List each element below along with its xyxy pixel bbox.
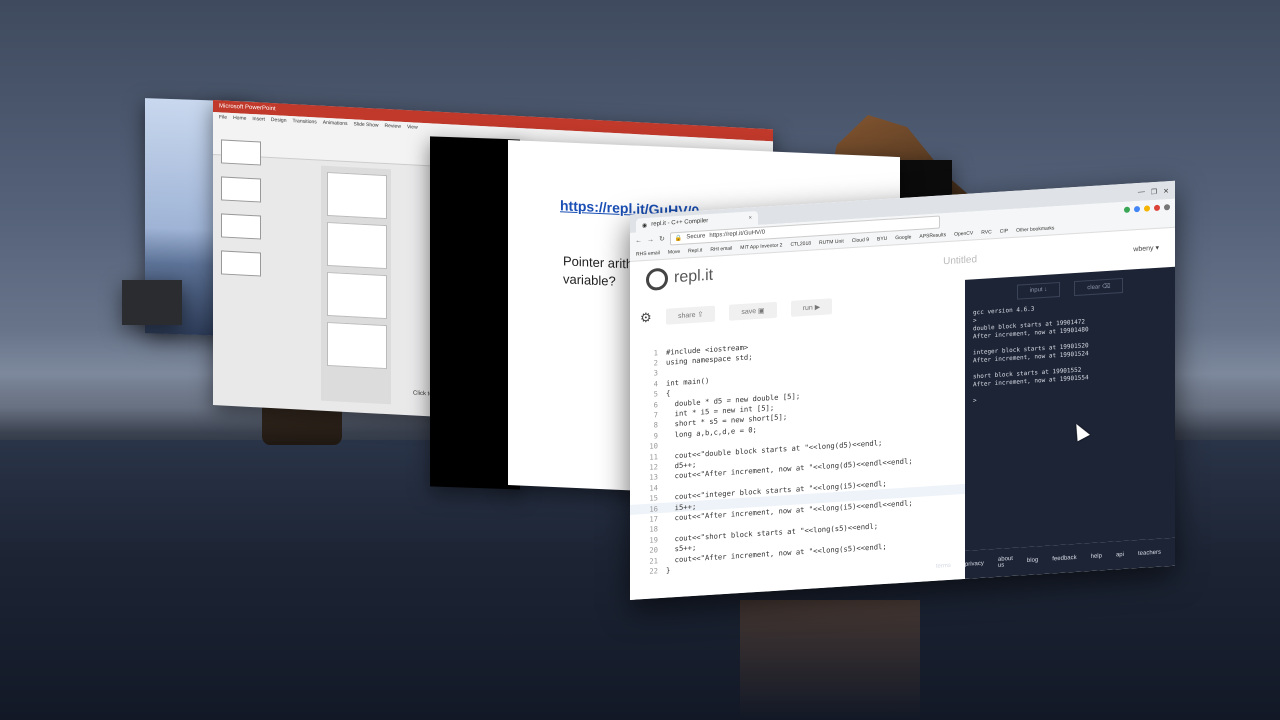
bookmark-item[interactable]: Move: [668, 249, 680, 256]
thumbnail[interactable]: [221, 139, 261, 166]
save-button[interactable]: save ▣: [729, 301, 777, 321]
bookmark-item[interactable]: CTL2018: [790, 241, 811, 248]
rock-reflection: [740, 600, 920, 720]
replit-page: repl.it Untitled wbeny ▾ ⚙ share ⇪ save …: [630, 227, 1175, 600]
thumbnail[interactable]: [221, 176, 261, 203]
footer-link[interactable]: api: [1116, 552, 1124, 559]
media-player-window[interactable]: [122, 280, 182, 325]
tab-favicon-icon: ◉: [642, 222, 648, 229]
reload-icon[interactable]: ↻: [659, 235, 665, 243]
close-window-button[interactable]: ✕: [1163, 187, 1169, 195]
minimize-button[interactable]: —: [1138, 189, 1145, 197]
extension-icon[interactable]: [1124, 206, 1130, 213]
code-editor[interactable]: 1 #include <iostream> 2 using namespace std…: [630, 328, 965, 578]
title-input[interactable]: Untitled: [943, 251, 1023, 267]
slide-thumbnail[interactable]: [327, 221, 387, 270]
editor-pane: ⚙ share ⇪ save ▣ run ▶ 1 #include <iostre…: [630, 279, 965, 600]
ppt-ribbon-tab[interactable]: Slide Show: [354, 121, 379, 160]
footer-link[interactable]: help: [1091, 553, 1102, 560]
input-button[interactable]: input ↓: [1016, 281, 1061, 300]
extension-icon[interactable]: [1134, 205, 1140, 213]
bookmark-item[interactable]: Cloud 9: [852, 237, 869, 244]
logo-text: repl.it: [674, 266, 714, 287]
bookmark-item[interactable]: RHS email: [636, 250, 660, 258]
bookmark-item[interactable]: RHI email: [710, 246, 732, 253]
replit-logo-icon: [646, 267, 668, 291]
slideshow-frame-left: [430, 136, 520, 490]
footer-link[interactable]: terms: [936, 563, 951, 570]
bookmark-item[interactable]: Repl.it: [688, 247, 702, 254]
footer-link[interactable]: teachers: [1138, 550, 1161, 557]
footer-link[interactable]: privacy: [965, 561, 984, 568]
run-button[interactable]: run ▶: [790, 298, 833, 317]
thumbnail[interactable]: [221, 213, 261, 240]
footer-link[interactable]: blog: [1027, 557, 1038, 564]
bookmark-item[interactable]: RVC: [981, 229, 991, 236]
back-icon[interactable]: ←: [635, 237, 642, 244]
ppt-clip-thumbnails: [217, 135, 312, 277]
browser-window[interactable]: ◉ repl.it - C++ Compiler × — ❐ ✕ ← → ↻ 🔒…: [630, 180, 1175, 601]
bookmark-item[interactable]: MIT App Inventor 2: [740, 242, 782, 251]
tab-close-icon[interactable]: ×: [748, 215, 752, 221]
replit-logo[interactable]: repl.it: [646, 265, 713, 291]
code-text: }: [666, 565, 671, 575]
code-text: s5++;: [666, 542, 697, 554]
bookmark-item[interactable]: RUTM Unit: [819, 239, 844, 247]
share-button[interactable]: share ⇪: [666, 305, 716, 325]
forward-icon[interactable]: →: [647, 236, 654, 243]
footer-link[interactable]: feedback: [1052, 555, 1076, 563]
bookmark-item[interactable]: Other bookmarks: [1016, 225, 1054, 233]
bookmark-item[interactable]: Google: [895, 234, 911, 241]
footer-link[interactable]: about us: [998, 556, 1013, 569]
menu-icon[interactable]: [1164, 204, 1170, 211]
tab-title: repl.it - C++ Compiler: [651, 218, 709, 228]
thumbnail[interactable]: [221, 250, 261, 277]
console-pane: input ↓ clear ⌫ gcc version 4.6.3 > doubl…: [965, 266, 1175, 551]
bookmark-item[interactable]: BYU: [877, 236, 887, 243]
ppt-ribbon-tab[interactable]: Review: [385, 123, 401, 162]
clear-button[interactable]: clear ⌫: [1074, 277, 1124, 297]
slide-thumbnail[interactable]: [327, 321, 387, 370]
maximize-button[interactable]: ❐: [1151, 188, 1157, 196]
line-number: 22: [649, 566, 658, 576]
code-text: i5++;: [666, 501, 697, 513]
slide-thumbnail[interactable]: [327, 171, 387, 220]
bookmark-item[interactable]: APSResults: [919, 232, 946, 240]
code-text: d5++;: [666, 459, 697, 471]
bookmark-item[interactable]: OpenCV: [954, 230, 973, 237]
secure-label: Secure: [686, 233, 706, 241]
ppt-ribbon-tab[interactable]: Animations: [323, 120, 348, 159]
ppt-slide-panel[interactable]: [321, 165, 391, 405]
ppt-ribbon-tab[interactable]: View: [407, 124, 418, 163]
bookmark-item[interactable]: CIP: [1000, 228, 1008, 235]
console-output[interactable]: gcc version 4.6.3 > double block starts a…: [973, 302, 1089, 405]
code-text: {: [666, 388, 671, 398]
lock-icon: 🔒: [674, 235, 683, 242]
extension-icons: [1124, 204, 1170, 213]
window-controls: — ❐ ✕: [1138, 187, 1175, 201]
extension-icon[interactable]: [1154, 204, 1160, 212]
user-menu[interactable]: wbeny ▾: [1133, 244, 1159, 254]
url-text[interactable]: https://repl.it/GuHV/0: [709, 230, 765, 240]
slide-thumbnail[interactable]: [327, 271, 387, 320]
gear-icon[interactable]: ⚙: [640, 310, 652, 326]
extension-icon[interactable]: [1144, 205, 1150, 212]
ppt-title: Microsoft PowerPoint: [219, 103, 276, 113]
